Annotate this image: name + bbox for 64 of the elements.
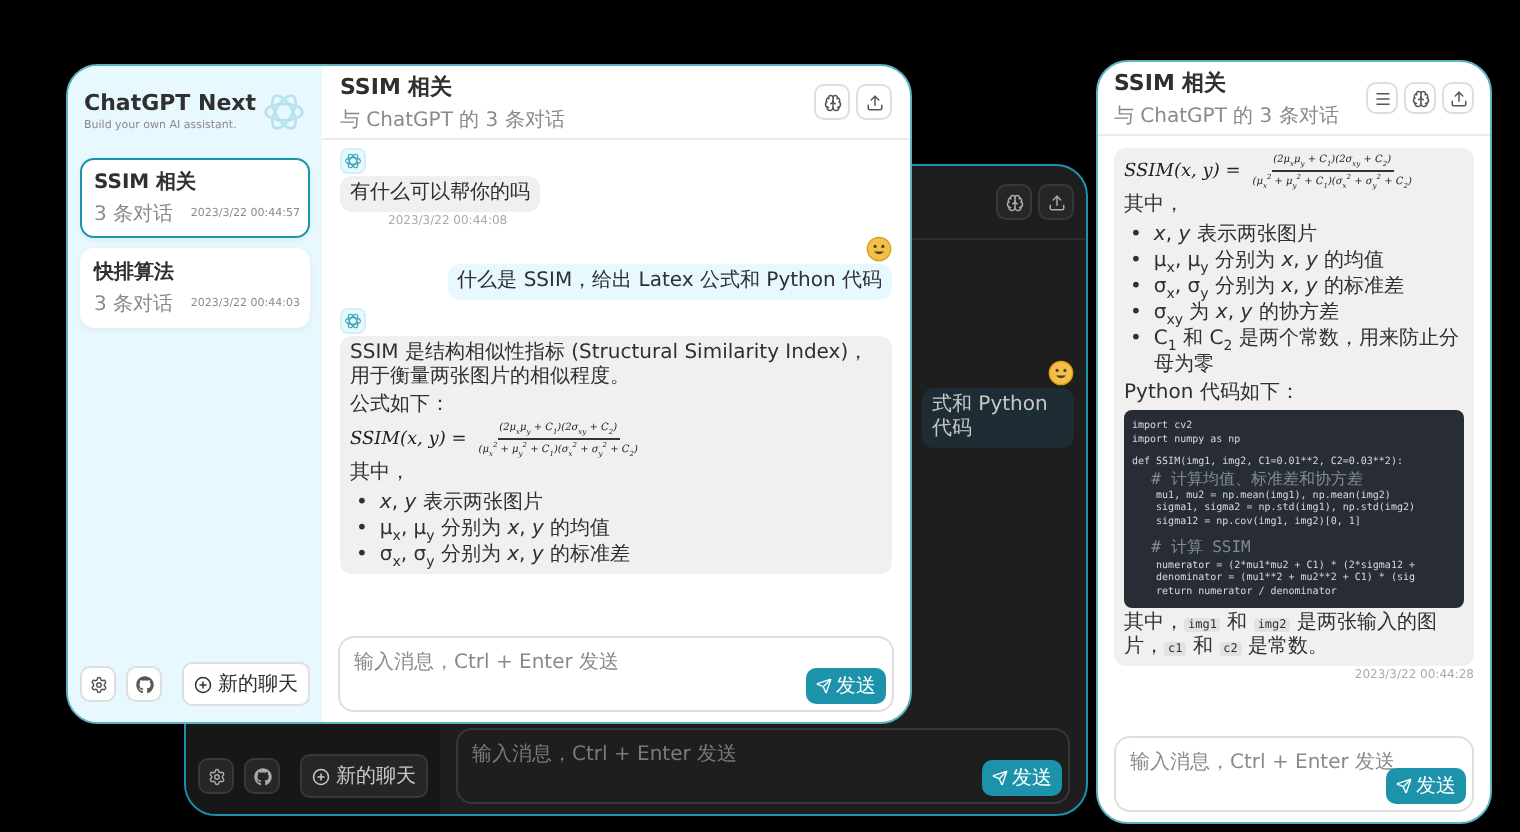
send-icon: [992, 770, 1008, 786]
send-icon: [816, 678, 832, 694]
upload-icon: [1047, 193, 1065, 211]
message-count: 3 条对话: [94, 291, 174, 318]
bullet-marker: •: [356, 490, 368, 516]
brain-icon: [1005, 193, 1023, 211]
message-text: SSIM 是结构相似性指标 (Structural Similarity Index)，用于衡量两张图片的相似程度。: [350, 342, 871, 390]
bullet-marker: •: [356, 542, 368, 568]
github-icon: [135, 675, 153, 693]
code-comment: # 计算 SSIM: [1149, 538, 1253, 560]
chat-title: 快排算法: [94, 259, 176, 286]
upload-icon: [865, 93, 883, 111]
list-item-text: C$_{1}$ 和 C$_{2}$ 是两个常数，用来防止分母为零: [1153, 327, 1461, 378]
chat-subtitle: 与 ChatGPT 的 3 条对话: [340, 107, 565, 133]
brain-icon: [823, 93, 841, 111]
settings-button[interactable]: [198, 758, 234, 794]
bullet-marker: •: [1130, 222, 1142, 248]
bullet-marker: •: [1130, 248, 1142, 274]
list-item-text: σ$_{x}$, σ$_{y}$ 分别为 x, y 的标准差: [1153, 275, 1407, 300]
new-chat-button[interactable]: 新的聊天: [300, 754, 428, 798]
list-item-text: μ$_{x}$, μ$_{y}$ 分别为 x, y 的均值: [379, 516, 611, 542]
list-item-text: σ$_{x}$, σ$_{y}$ 分别为 x, y 的标准差: [379, 543, 633, 568]
export-button[interactable]: [1038, 184, 1074, 220]
brain-button[interactable]: [996, 184, 1032, 220]
message-text: 有什么可以帮你的吗: [350, 182, 530, 206]
message-text: 式和 Python 代码: [932, 394, 1050, 442]
chat-title: SSIM 相关: [340, 71, 455, 101]
chat-subtitle: 与 ChatGPT 的 3 条对话: [1114, 103, 1339, 129]
send-button[interactable]: 发送: [806, 668, 886, 704]
chat-title: SSIM 相关: [94, 169, 199, 196]
message-text: 什么是 SSIM，给出 Latex 公式和 Python 代码: [457, 270, 882, 294]
message-text: 其中，: [350, 462, 412, 486]
github-icon: [253, 767, 271, 785]
brain-icon: [1411, 89, 1429, 107]
settings-icon: [89, 675, 107, 693]
menu-button[interactable]: [1366, 82, 1398, 114]
send-button[interactable]: 发送: [1386, 768, 1466, 804]
bullet-marker: •: [356, 516, 368, 542]
bullet-marker: •: [1130, 300, 1142, 326]
code-comment: # 计算均值、标准差和协方差: [1149, 469, 1365, 490]
message-text: 其中，: [1124, 194, 1186, 218]
message-count: 3 条对话: [94, 201, 174, 228]
chat-title: SSIM 相关: [1114, 67, 1229, 97]
plus-circle-icon: [312, 767, 330, 785]
message-text: 公式如下：: [350, 394, 452, 418]
logo-icon: [262, 90, 306, 134]
list-item-text: x, y 表示两张图片: [379, 490, 545, 516]
bullet-marker: •: [1130, 326, 1142, 352]
message-text: Python 代码如下：: [1124, 382, 1302, 406]
menu-icon: [1373, 89, 1391, 107]
send-button[interactable]: 发送: [982, 760, 1062, 796]
list-item-text: σ$_{xy}$ 为 x, y 的协方差: [1153, 301, 1341, 326]
list-item-text: μ$_{x}$, μ$_{y}$ 分别为 x, y 的均值: [1153, 248, 1385, 274]
plus-circle-icon: [194, 675, 212, 693]
app-title: ChatGPT Next: [84, 90, 257, 116]
new-chat-button[interactable]: 新的聊天: [182, 662, 310, 706]
upload-icon: [1449, 89, 1467, 107]
formula-label: SSIM(x, y) =: [350, 429, 469, 451]
settings-icon: [207, 767, 225, 785]
list-item-text: x, y 表示两张图片: [1153, 222, 1319, 248]
formula-label: SSIM(x, y) =: [1124, 161, 1243, 183]
send-icon: [1396, 778, 1412, 794]
bullet-marker: •: [1130, 274, 1142, 300]
github-button[interactable]: [244, 758, 280, 794]
